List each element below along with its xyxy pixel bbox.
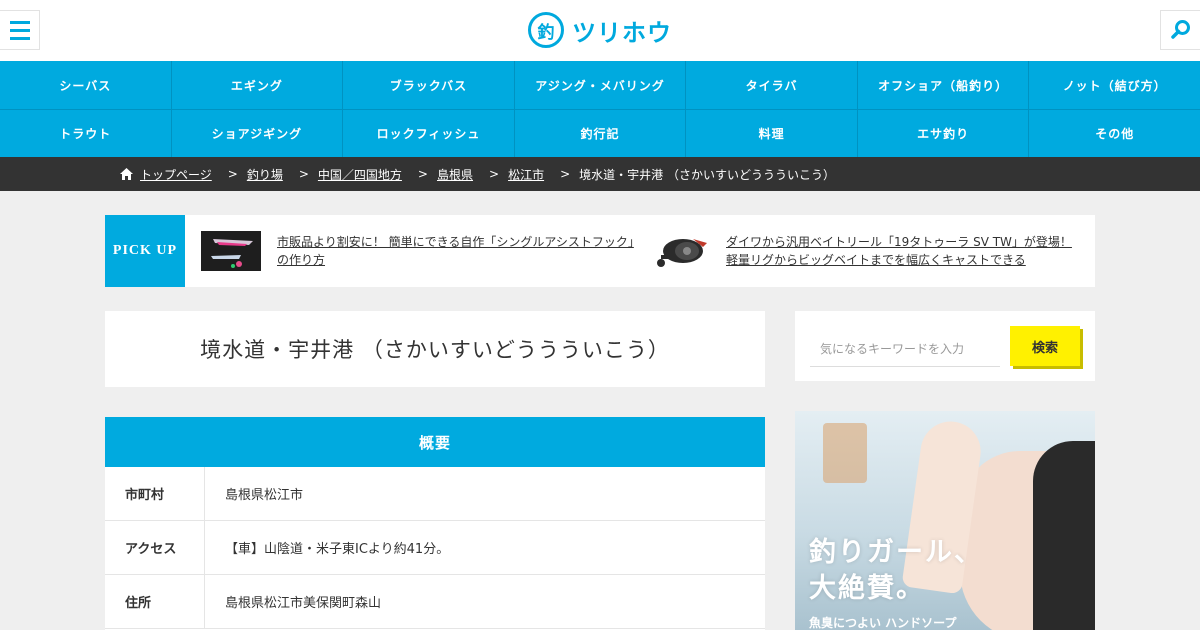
breadcrumb-separator: > xyxy=(298,167,309,181)
nav-row-2: トラウト ショアジギング ロックフィッシュ 釣行記 料理 エサ釣り その他 xyxy=(0,109,1200,157)
search-submit-button[interactable]: 検索 xyxy=(1010,326,1080,366)
nav-item-tairaba[interactable]: タイラバ xyxy=(685,61,857,109)
hamburger-menu-button[interactable] xyxy=(0,10,40,50)
ad-subtext: 魚臭につよい ハンドソープ xyxy=(809,616,957,630)
overview-heading: 概要 xyxy=(105,417,765,467)
nav-item-fishing-report[interactable]: 釣行記 xyxy=(513,110,686,157)
breadcrumb: トップページ > 釣り場 > 中国／四国地方 > 島根県 > 松江市 > 境水道… xyxy=(0,157,1200,191)
table-row: アクセス 【車】山陰道・米子東ICより約41分。 xyxy=(105,521,765,575)
ad-model-hair xyxy=(1033,441,1095,630)
nav-item-rockfish[interactable]: ロックフィッシュ xyxy=(342,110,514,157)
jig-lure-image xyxy=(201,231,261,271)
breadcrumb-link-top[interactable]: トップページ xyxy=(140,166,212,183)
nav-item-other[interactable]: その他 xyxy=(1028,110,1200,157)
overview-table: 概要 市町村 島根県松江市 アクセス 【車】山陰道・米子東ICより約41分。 住… xyxy=(105,417,765,630)
table-row: 住所 島根県松江市美保関町森山 xyxy=(105,575,765,629)
site-header: 釣 ツリホウ xyxy=(0,0,1200,61)
hamburger-menu-icon-bar xyxy=(9,28,30,32)
ad-headline-line-1: 釣りガール、 xyxy=(809,537,983,568)
nav-item-knot[interactable]: ノット（結び方） xyxy=(1028,61,1200,109)
nav-item-ajing-mebaring[interactable]: アジング・メバリング xyxy=(513,61,686,109)
home-icon xyxy=(120,168,133,180)
page-title-box: 境水道・宇井港 （さかいすいどううういこう） xyxy=(105,311,765,387)
ad-headline-line-2: 大絶賛。 xyxy=(809,573,925,604)
hamburger-menu-icon-bar xyxy=(9,36,30,40)
breadcrumb-separator: > xyxy=(489,167,500,181)
pickup-link-assist-hook[interactable]: 市販品より割安に！ 簡単にできる自作「シングルアシストフック」の作り方 xyxy=(277,233,637,269)
pickup-thumbnail-reel[interactable] xyxy=(653,231,711,271)
breadcrumb-separator: > xyxy=(560,167,571,181)
pickup-label: PICK UP xyxy=(105,215,185,287)
nav-row-1: シーバス エギング ブラックバス アジング・メバリング タイラバ オフショア（船… xyxy=(0,61,1200,109)
nav-item-offshore[interactable]: オフショア（船釣り） xyxy=(856,61,1029,109)
ad-background-decoration xyxy=(823,423,867,483)
ad-banner-hand-soap[interactable]: 釣りガール、 大絶賛。 魚臭につよい ハンドソープ xyxy=(795,411,1095,630)
nav-item-cooking[interactable]: 料理 xyxy=(685,110,857,157)
overview-key-access: アクセス xyxy=(105,521,205,574)
baitcasting-reel-image xyxy=(657,239,707,267)
ad-headline: 釣りガール、 大絶賛。 xyxy=(809,535,983,607)
magnifier-icon xyxy=(1170,20,1190,39)
site-logo[interactable]: 釣 ツリホウ xyxy=(528,11,672,49)
nav-item-seabass[interactable]: シーバス xyxy=(0,61,171,109)
category-nav: シーバス エギング ブラックバス アジング・メバリング タイラバ オフショア（船… xyxy=(0,61,1200,157)
breadcrumb-current: 境水道・宇井港 （さかいすいどううういこう） xyxy=(579,167,835,182)
pickup-link-tatula-reel[interactable]: ダイワから汎用ベイトリール「19タトゥーラ SV TW」が登場！軽量リグからビッ… xyxy=(726,233,1081,269)
keyword-search-input[interactable] xyxy=(810,331,1000,367)
hamburger-menu-icon-bar xyxy=(9,20,30,24)
nav-item-bait-fishing[interactable]: エサ釣り xyxy=(856,110,1029,157)
nav-item-eging[interactable]: エギング xyxy=(170,61,343,109)
nav-item-blackbass[interactable]: ブラックバス xyxy=(342,61,514,109)
sidebar-search: 検索 xyxy=(795,311,1095,381)
logo-text: ツリホウ xyxy=(572,18,672,47)
breadcrumb-separator: > xyxy=(227,167,238,181)
nav-item-shore-jigging[interactable]: ショアジギング xyxy=(170,110,343,157)
breadcrumb-link-city[interactable]: 松江市 xyxy=(508,166,544,183)
pickup-panel: PICK UP 市販品より割安に！ 簡単にできる自作「シングルアシストフック」の… xyxy=(105,215,1095,287)
pickup-thumbnail-jig[interactable] xyxy=(201,231,261,271)
overview-key-city: 市町村 xyxy=(105,467,205,520)
overview-value-city: 島根県松江市 xyxy=(225,488,304,503)
logo-mark-icon: 釣 xyxy=(528,12,564,48)
breadcrumb-link-prefecture[interactable]: 島根県 xyxy=(437,166,473,183)
overview-key-address: 住所 xyxy=(105,575,205,628)
breadcrumb-link-fishing-spots[interactable]: 釣り場 xyxy=(247,166,283,183)
header-search-button[interactable] xyxy=(1160,10,1200,50)
page-title: 境水道・宇井港 （さかいすいどううういこう） xyxy=(200,338,670,362)
breadcrumb-link-region[interactable]: 中国／四国地方 xyxy=(318,166,402,183)
overview-value-access: 【車】山陰道・米子東ICより約41分。 xyxy=(225,542,450,557)
nav-item-trout[interactable]: トラウト xyxy=(0,110,171,157)
breadcrumb-separator: > xyxy=(417,167,428,181)
table-row: 市町村 島根県松江市 xyxy=(105,467,765,521)
overview-value-address: 島根県松江市美保関町森山 xyxy=(225,596,382,611)
